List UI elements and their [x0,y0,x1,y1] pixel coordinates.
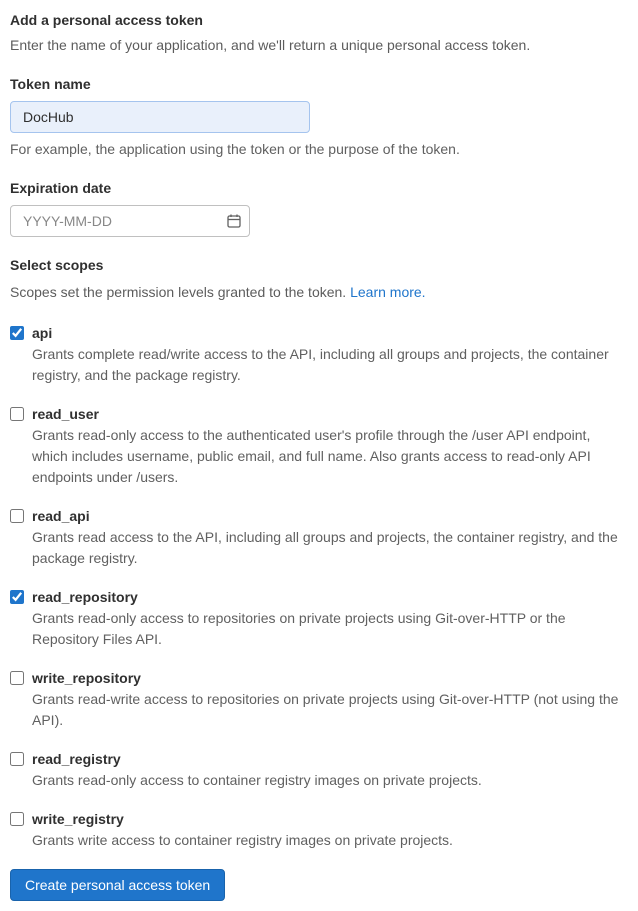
scope-text: read_registryGrants read-only access to … [32,749,628,791]
scope-checkbox-api[interactable] [10,326,24,340]
scope-text: read_repositoryGrants read-only access t… [32,587,628,650]
scope-text: write_repositoryGrants read-write access… [32,668,628,731]
scope-item-write_registry: write_registryGrants write access to con… [10,809,628,851]
scopes-helper: Scopes set the permission levels granted… [10,282,628,303]
scope-item-read_user: read_userGrants read-only access to the … [10,404,628,488]
token-name-helper: For example, the application using the t… [10,139,628,160]
scope-item-read_repository: read_repositoryGrants read-only access t… [10,587,628,650]
token-name-field: Token name For example, the application … [10,74,628,160]
scope-name: read_user [32,404,628,425]
scope-item-write_repository: write_repositoryGrants read-write access… [10,668,628,731]
scope-name: read_repository [32,587,628,608]
scope-item-api: apiGrants complete read/write access to … [10,323,628,386]
scope-checkbox-read_registry[interactable] [10,752,24,766]
scope-checkbox-write_registry[interactable] [10,812,24,826]
scope-desc: Grants complete read/write access to the… [32,344,628,386]
scope-name: write_repository [32,668,628,689]
scope-text: write_registryGrants write access to con… [32,809,628,851]
token-name-input[interactable] [10,101,310,133]
scope-name: read_registry [32,749,628,770]
expiration-label: Expiration date [10,178,628,199]
token-name-label: Token name [10,74,628,95]
scope-checkbox-read_user[interactable] [10,407,24,421]
page-intro: Enter the name of your application, and … [10,35,628,56]
scope-desc: Grants read-only access to the authentic… [32,425,628,488]
scope-text: read_apiGrants read access to the API, i… [32,506,628,569]
scopes-section: Select scopes Scopes set the permission … [10,255,628,851]
scopes-label: Select scopes [10,255,628,276]
scope-checkbox-write_repository[interactable] [10,671,24,685]
scope-checkbox-read_api[interactable] [10,509,24,523]
scope-desc: Grants read-write access to repositories… [32,689,628,731]
scope-name: api [32,323,628,344]
expiration-field: Expiration date [10,178,628,237]
scope-item-read_api: read_apiGrants read access to the API, i… [10,506,628,569]
learn-more-link[interactable]: Learn more. [350,284,425,300]
scope-desc: Grants read-only access to container reg… [32,770,628,791]
expiration-input[interactable] [10,205,250,237]
scope-item-read_registry: read_registryGrants read-only access to … [10,749,628,791]
scope-checkbox-read_repository[interactable] [10,590,24,604]
scope-desc: Grants write access to container registr… [32,830,628,851]
scope-name: write_registry [32,809,628,830]
scope-text: apiGrants complete read/write access to … [32,323,628,386]
page-heading: Add a personal access token [10,10,628,31]
scope-list: apiGrants complete read/write access to … [10,323,628,851]
scope-name: read_api [32,506,628,527]
scope-desc: Grants read access to the API, including… [32,527,628,569]
scope-desc: Grants read-only access to repositories … [32,608,628,650]
scope-text: read_userGrants read-only access to the … [32,404,628,488]
